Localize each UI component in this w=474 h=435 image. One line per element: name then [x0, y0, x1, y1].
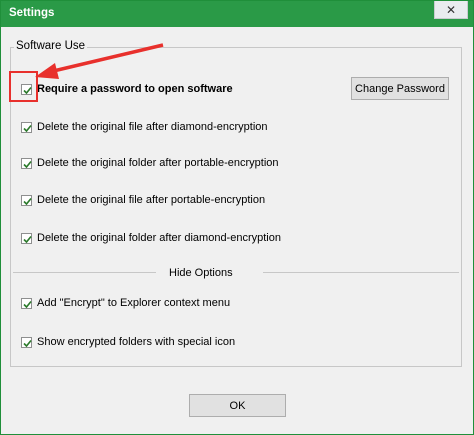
option-label: Add "Encrypt" to Explorer context menu	[37, 297, 231, 309]
option-checkbox[interactable]	[21, 121, 32, 133]
option-delete-folder-diamond[interactable]: Delete the original folder after diamond…	[21, 232, 281, 244]
change-password-button[interactable]: Change Password	[351, 77, 449, 100]
checkmark-icon	[23, 197, 32, 205]
checkmark-icon	[23, 235, 32, 243]
settings-window: Settings ✕ Software Use Require a passwo…	[0, 0, 474, 435]
close-button[interactable]: ✕	[434, 1, 468, 19]
option-label: Delete the original folder after diamond…	[37, 232, 281, 244]
close-icon: ✕	[445, 2, 457, 17]
divider-left	[13, 272, 156, 273]
option-checkbox[interactable]	[21, 297, 32, 309]
option-checkbox[interactable]	[21, 232, 32, 244]
hide-options-title: Hide Options	[169, 267, 233, 279]
option-label: Show encrypted folders with special icon	[37, 336, 236, 348]
option-checkbox[interactable]	[21, 194, 32, 206]
checkmark-icon	[23, 124, 32, 132]
title-bar: Settings ✕	[1, 1, 473, 27]
divider-right	[263, 272, 459, 273]
option-special-icon[interactable]: Show encrypted folders with special icon	[21, 336, 235, 348]
option-delete-file-diamond[interactable]: Delete the original file after diamond-e…	[21, 121, 268, 133]
option-label: Delete the original file after portable-…	[37, 194, 266, 206]
option-delete-folder-portable[interactable]: Delete the original folder after portabl…	[21, 157, 279, 169]
option-label: Delete the original file after diamond-e…	[37, 121, 268, 133]
checkmark-icon	[23, 300, 32, 308]
checkmark-icon	[23, 339, 32, 347]
checkmark-icon	[23, 160, 32, 168]
ok-button[interactable]: OK	[189, 394, 286, 417]
red-arrow-annotation	[35, 43, 164, 79]
window-title: Settings	[9, 7, 55, 19]
option-delete-file-portable[interactable]: Delete the original file after portable-…	[21, 194, 265, 206]
option-checkbox[interactable]	[21, 157, 32, 169]
option-add-encrypt-context-menu[interactable]: Add "Encrypt" to Explorer context menu	[21, 297, 230, 309]
option-label: Delete the original folder after portabl…	[37, 157, 279, 169]
option-checkbox[interactable]	[21, 336, 32, 348]
